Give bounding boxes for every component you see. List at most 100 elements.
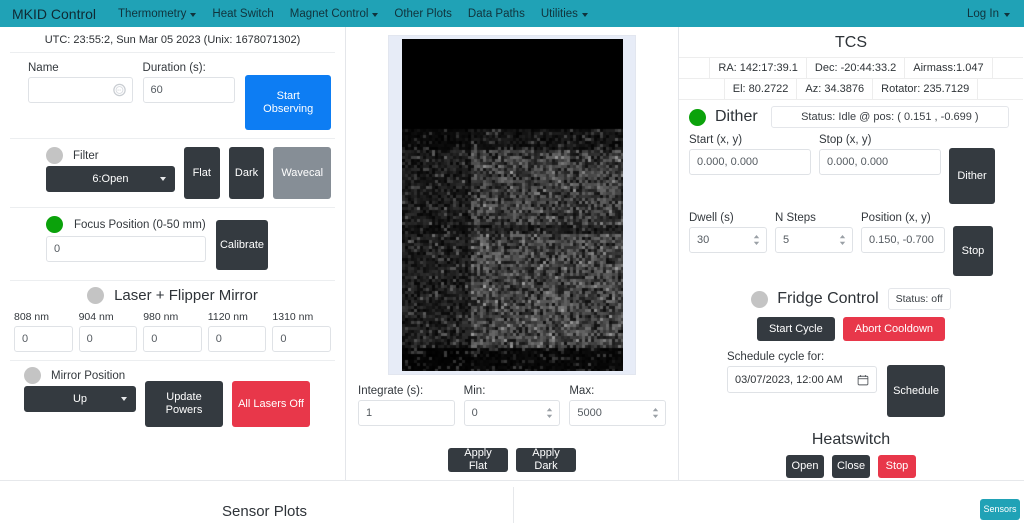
laser-channel: 980 nm xyxy=(143,311,202,352)
laser-power-input-1120[interactable] xyxy=(207,326,267,352)
nav-item-other-plots[interactable]: Other Plots xyxy=(394,8,452,20)
focus-control: Focus Position (0-50 mm) xyxy=(46,216,206,262)
dither-start-group: Start (x, y) xyxy=(689,134,811,175)
heatswitch-stop-button[interactable]: Stop xyxy=(878,455,916,478)
focus-position-input[interactable] xyxy=(46,236,206,262)
max-input[interactable] xyxy=(569,400,667,426)
schedule-label: Schedule cycle for: xyxy=(727,351,825,363)
nsteps-input-wrap xyxy=(775,227,853,253)
mirror-header: Mirror Position xyxy=(24,367,136,384)
duration-label: Duration (s): xyxy=(142,62,206,74)
dither-stop-group: Stop (x, y) xyxy=(819,134,941,175)
main-content: UTC: 23:55:2, Sun Mar 05 2023 (Unix: 167… xyxy=(0,27,1024,480)
chevron-down-icon xyxy=(372,12,379,17)
focus-row: Focus Position (0-50 mm) Calibrate xyxy=(0,208,345,280)
dither-stop-label: Stop (x, y) xyxy=(819,134,872,146)
laser-channel-label: 904 nm xyxy=(78,311,114,323)
calendar-icon[interactable] xyxy=(857,374,869,386)
chevron-down-icon xyxy=(190,12,197,17)
dither-start-stop-row: Start (x, y) Stop (x, y) Dither xyxy=(679,134,1023,204)
heatswitch-open-button[interactable]: Open xyxy=(786,455,824,478)
dither-title: Dither xyxy=(715,108,758,125)
heatswitch-close-button[interactable]: Close xyxy=(832,455,870,478)
nav-item-heat-switch[interactable]: Heat Switch xyxy=(212,8,273,20)
filter-select[interactable]: 6:Open xyxy=(46,166,175,192)
tcs-airmass: Airmass:1.047 xyxy=(905,58,993,78)
tcs-title: TCS xyxy=(835,34,867,51)
update-powers-button[interactable]: Update Powers xyxy=(145,381,223,427)
laser-power-input-904[interactable] xyxy=(78,326,138,352)
login-menu[interactable]: Log In xyxy=(967,8,1010,20)
schedule-datetime-input[interactable]: 03/07/2023, 12:00 AM xyxy=(727,366,877,393)
tcs-pointing-row: El: 80.2722 Az: 34.3876 Rotator: 235.712… xyxy=(679,79,1023,100)
dark-button[interactable]: Dark xyxy=(228,147,265,199)
duration-input[interactable] xyxy=(142,77,236,103)
observation-start-row: Name Duration (s): Start Observing xyxy=(0,53,345,138)
nsteps-input[interactable] xyxy=(775,227,853,253)
apply-flat-button[interactable]: Apply Flat xyxy=(448,447,508,472)
min-input[interactable] xyxy=(463,400,561,426)
tcs-coordinates-row: RA: 142:17:39.1 Dec: -20:44:33.2 Airmass… xyxy=(679,57,1023,79)
login-label: Log In xyxy=(967,7,999,20)
position-input[interactable] xyxy=(861,227,945,253)
position-label: Position (x, y) xyxy=(861,212,931,224)
heatswitch-title: Heatswitch xyxy=(811,431,891,448)
start-cycle-button[interactable]: Start Cycle xyxy=(756,317,835,341)
heatswitch-buttons: Open Close Stop xyxy=(679,455,1023,478)
position-group: Position (x, y) xyxy=(861,212,945,253)
top-navbar: MKID Control Thermometry Heat Switch Mag… xyxy=(0,0,1024,27)
tcs-elevation: El: 80.2722 xyxy=(723,79,798,99)
filter-header: Filter xyxy=(46,147,175,164)
chevron-down-icon xyxy=(1004,12,1010,17)
calibrate-button[interactable]: Calibrate xyxy=(216,220,268,270)
laser-power-input-980[interactable] xyxy=(143,326,202,352)
sensors-button[interactable]: Sensors xyxy=(980,499,1020,520)
fridge-header: Fridge Control Status: off xyxy=(679,276,1023,317)
tcs-dec: Dec: -20:44:33.2 xyxy=(807,58,906,78)
app-brand[interactable]: MKID Control xyxy=(12,6,96,22)
laser-power-input-1310[interactable] xyxy=(272,326,331,352)
telescope-panel: TCS RA: 142:17:39.1 Dec: -20:44:33.2 Air… xyxy=(679,27,1023,480)
nav-item-label: Data Paths xyxy=(467,7,525,20)
integrate-field-group: Integrate (s): xyxy=(358,385,455,426)
dwell-input[interactable] xyxy=(689,227,767,253)
dither-button[interactable]: Dither xyxy=(949,148,995,204)
filter-row: Filter 6:Open Flat Dark Wavecal xyxy=(0,139,345,207)
tcs-azimuth: Az: 34.3876 xyxy=(797,79,874,99)
nav-item-label: Magnet Control xyxy=(289,7,369,20)
apply-dark-button[interactable]: Apply Dark xyxy=(516,447,576,472)
abort-cooldown-button[interactable]: Abort Cooldown xyxy=(842,317,946,341)
dither-status-text: Status: Idle @ pos: ( 0.151 , -0.699 ) xyxy=(770,106,1009,128)
all-lasers-off-button[interactable]: All Lasers Off xyxy=(232,381,310,427)
max-input-wrap xyxy=(569,400,667,426)
nav-item-utilities[interactable]: Utilities xyxy=(541,8,588,20)
nsteps-label: N Steps xyxy=(775,212,816,224)
image-panel: Integrate (s): Min: Max: xyxy=(345,27,679,480)
nav-item-magnet-control[interactable]: Magnet Control xyxy=(290,8,379,20)
nav-item-label: Utilities xyxy=(540,7,578,20)
nsteps-group: N Steps xyxy=(775,212,853,253)
tcs-rotator: Rotator: 235.7129 xyxy=(873,79,979,99)
nav-item-data-paths[interactable]: Data Paths xyxy=(468,8,525,20)
footer-bar: Sensor Plots Sensors xyxy=(0,480,1024,523)
nav-item-thermometry[interactable]: Thermometry xyxy=(118,8,197,20)
laser-power-input-808[interactable] xyxy=(14,326,73,352)
min-input-wrap xyxy=(463,400,561,426)
dither-stop-input[interactable] xyxy=(819,149,941,175)
filter-control: Filter 6:Open xyxy=(46,147,175,192)
filter-select-wrap: 6:Open xyxy=(46,166,175,192)
laser-channel: 808 nm xyxy=(14,311,73,352)
schedule-button[interactable]: Schedule xyxy=(887,365,945,417)
name-field-group: Name xyxy=(28,62,133,103)
start-observing-button[interactable]: Start Observing xyxy=(245,75,332,130)
observing-panel: UTC: 23:55:2, Sun Mar 05 2023 (Unix: 167… xyxy=(0,27,345,480)
dither-stop-button[interactable]: Stop xyxy=(953,226,993,276)
mirror-position-select[interactable]: Up xyxy=(24,386,136,412)
integrate-input[interactable] xyxy=(358,400,455,426)
fridge-cycle-buttons: Start Cycle Abort Cooldown xyxy=(679,317,1023,351)
dither-params-row: Dwell (s) N Steps xyxy=(679,204,1023,276)
detector-image[interactable] xyxy=(401,39,623,371)
flat-button[interactable]: Flat xyxy=(183,147,220,199)
dither-start-input[interactable] xyxy=(689,149,811,175)
wavecal-button[interactable]: Wavecal xyxy=(273,147,331,199)
